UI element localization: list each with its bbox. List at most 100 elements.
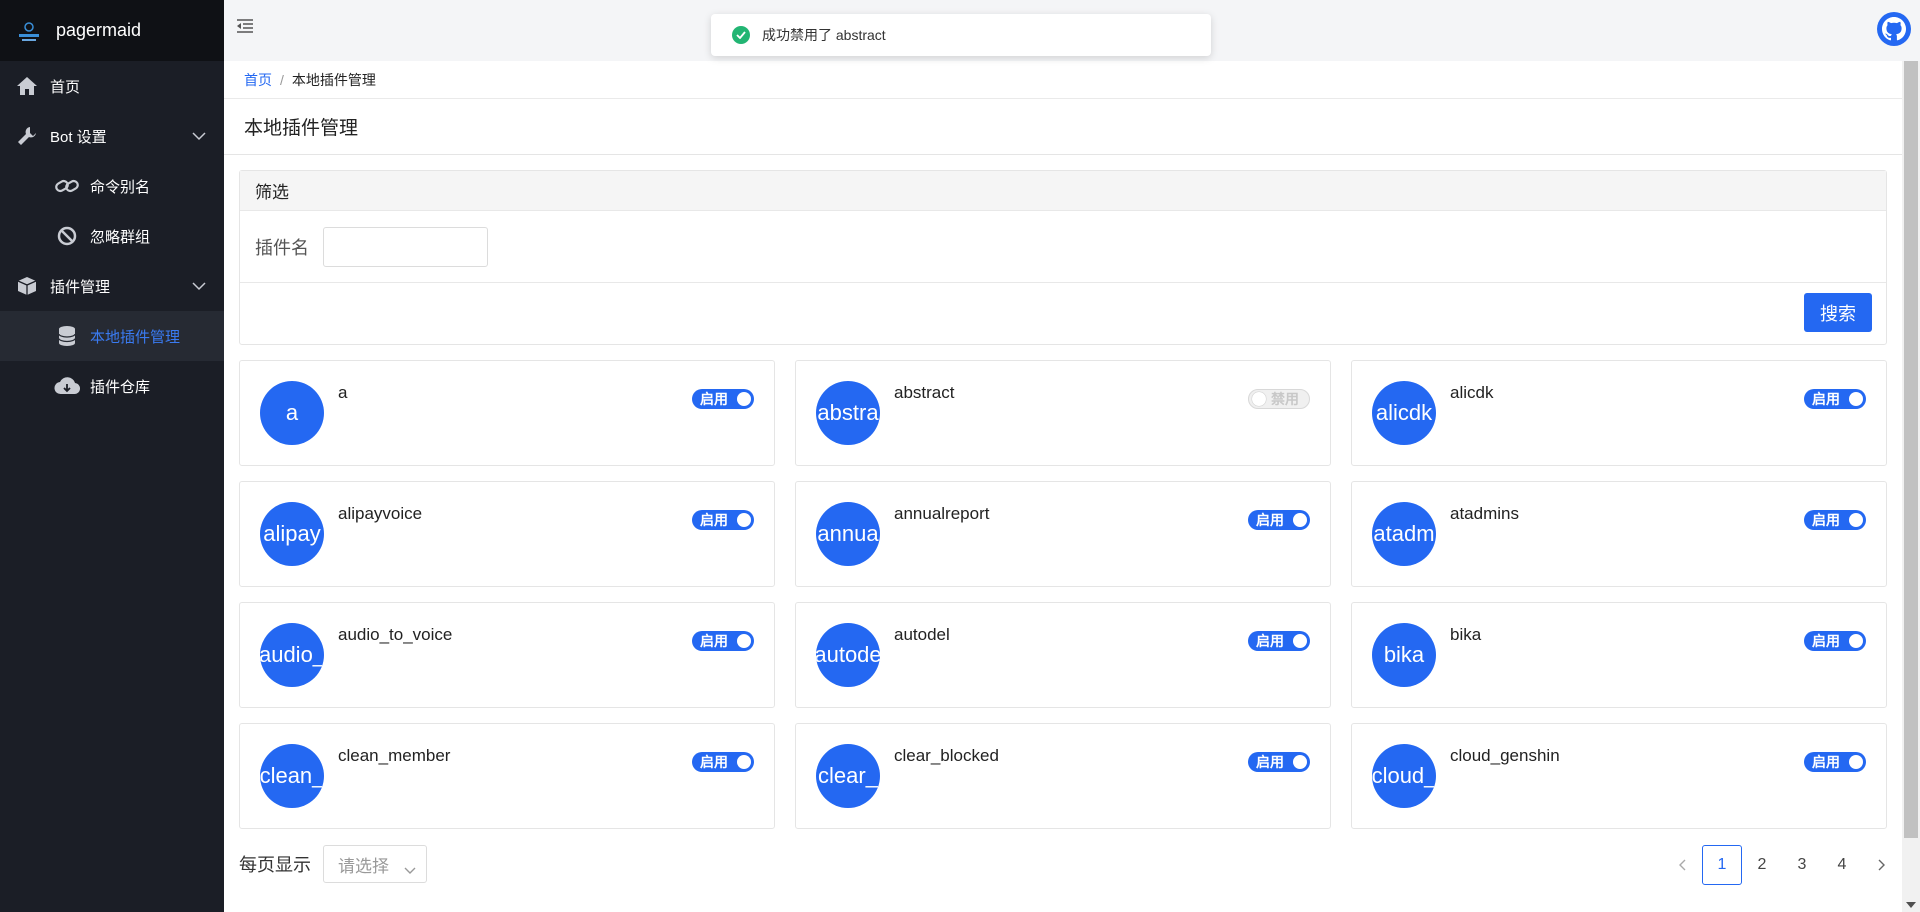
- sidebar: pagermaid 首页 Bot 设置 命令别名 忽略群组 插件管理 本地插件管…: [0, 0, 224, 912]
- plugin-avatar: clean_: [260, 744, 324, 808]
- breadcrumb-current: 本地插件管理: [291, 71, 376, 88]
- page-button[interactable]: 1: [1702, 845, 1742, 885]
- plugin-name: alicdk: [1450, 383, 1494, 402]
- plugin-avatar: annua: [816, 502, 880, 566]
- scrollbar-thumb[interactable]: [1904, 61, 1918, 838]
- wrench-icon: [14, 123, 40, 149]
- page-title: 本地插件管理: [224, 99, 1902, 155]
- sidebar-item-ignore-groups[interactable]: 忽略群组: [0, 211, 224, 261]
- sidebar-item-label: Bot 设置: [50, 128, 107, 146]
- plugin-name: cloud_genshin: [1450, 746, 1560, 765]
- pagermaid-logo-icon: [14, 16, 44, 46]
- plugin-name: annualreport: [894, 504, 990, 523]
- vertical-scrollbar[interactable]: [1902, 61, 1920, 912]
- page-size-placeholder: 请选择: [338, 856, 389, 876]
- sidebar-item-label: 首页: [50, 78, 81, 96]
- plugin-toggle[interactable]: 禁用: [1248, 389, 1310, 409]
- page-size-select[interactable]: 请选择: [323, 845, 427, 883]
- page-size-label: 每页显示: [239, 855, 311, 875]
- plugin-name: clear_blocked: [894, 746, 999, 765]
- sidebar-item-bot-settings[interactable]: Bot 设置: [0, 111, 224, 161]
- plugin-toggle[interactable]: 启用: [1804, 389, 1866, 409]
- plugin-name: atadmins: [1450, 504, 1519, 523]
- plugin-card: cloud_ cloud_genshin 启用: [1351, 723, 1887, 829]
- plugin-avatar: autode: [816, 623, 880, 687]
- github-icon[interactable]: [1876, 11, 1912, 47]
- sidebar-item-plugin-repo[interactable]: 插件仓库: [0, 361, 224, 411]
- plugin-name: audio_to_voice: [338, 625, 453, 644]
- plugin-card: autode autodel 启用: [795, 602, 1331, 708]
- breadcrumb-home-link[interactable]: 首页: [244, 70, 272, 90]
- plugin-card: a a 启用: [239, 360, 775, 466]
- plugin-avatar: clear_: [816, 744, 880, 808]
- plugin-name: alipayvoice: [338, 504, 423, 523]
- plugin-toggle[interactable]: 启用: [1248, 631, 1310, 651]
- filter-panel: 筛选 插件名 搜索: [239, 170, 1887, 345]
- plugin-card: audio_ audio_to_voice 启用: [239, 602, 775, 708]
- plugin-name: autodel: [894, 625, 950, 644]
- plugin-toggle[interactable]: 启用: [1248, 752, 1310, 772]
- home-icon: [14, 73, 40, 99]
- pagination: 1 2 3 4: [1662, 845, 1902, 885]
- filter-title: 筛选: [240, 171, 1886, 211]
- plugin-avatar: alicdk: [1372, 381, 1436, 445]
- sidebar-item-local-plugins[interactable]: 本地插件管理: [0, 311, 224, 361]
- sidebar-item-label: 本地插件管理: [90, 328, 181, 346]
- sidebar-item-label: 插件管理: [50, 278, 111, 296]
- plugin-toggle[interactable]: 启用: [692, 752, 754, 772]
- plugin-card: annua annualreport 启用: [795, 481, 1331, 587]
- plugin-card: clean_ clean_member 启用: [239, 723, 775, 829]
- plugin-card: alipay alipayvoice 启用: [239, 481, 775, 587]
- breadcrumb-separator: /: [280, 71, 284, 88]
- prev-page-icon[interactable]: [1662, 845, 1702, 885]
- plugin-name: clean_member: [338, 746, 451, 765]
- filter-actions: 搜索: [240, 283, 1886, 344]
- plugin-toggle[interactable]: 启用: [692, 389, 754, 409]
- plugin-name: a: [338, 383, 348, 402]
- next-page-icon[interactable]: [1862, 845, 1902, 885]
- sidebar-item-label: 命令别名: [90, 178, 151, 196]
- brand-name: pagermaid: [56, 20, 142, 40]
- plugin-toggle[interactable]: 启用: [692, 631, 754, 651]
- plugin-avatar: atadm: [1372, 502, 1436, 566]
- plugin-toggle[interactable]: 启用: [692, 510, 754, 530]
- sidebar-item-plugin-management[interactable]: 插件管理: [0, 261, 224, 311]
- page-button[interactable]: 2: [1742, 845, 1782, 885]
- ban-icon: [54, 223, 80, 249]
- link-icon: [54, 173, 80, 199]
- plugin-avatar: audio_: [260, 623, 324, 687]
- plugin-toggle[interactable]: 启用: [1248, 510, 1310, 530]
- menu-collapse-icon[interactable]: [236, 18, 258, 40]
- plugin-toggle[interactable]: 启用: [1804, 510, 1866, 530]
- plugin-avatar: abstra: [816, 381, 880, 445]
- cloud-download-icon: [54, 373, 80, 399]
- success-toast: 成功禁用了 abstract: [711, 14, 1211, 56]
- page-button[interactable]: 4: [1822, 845, 1862, 885]
- sidebar-item-label: 忽略群组: [90, 228, 151, 246]
- plugin-card: abstra abstract 禁用: [795, 360, 1331, 466]
- page-button[interactable]: 3: [1782, 845, 1822, 885]
- plugin-toggle[interactable]: 启用: [1804, 752, 1866, 772]
- breadcrumb: 首页 / 本地插件管理: [224, 61, 1902, 99]
- chevron-down-icon: [192, 278, 206, 295]
- plugin-card: bika bika 启用: [1351, 602, 1887, 708]
- plugin-card: atadm atadmins 启用: [1351, 481, 1887, 587]
- search-button[interactable]: 搜索: [1804, 293, 1872, 332]
- database-icon: [54, 323, 80, 349]
- sidebar-item-command-alias[interactable]: 命令别名: [0, 161, 224, 211]
- plugin-name: bika: [1450, 625, 1482, 644]
- check-circle-icon: [732, 26, 750, 44]
- scroll-down-icon[interactable]: [1906, 902, 1916, 908]
- plugin-name-input[interactable]: [323, 226, 488, 267]
- brand[interactable]: pagermaid: [0, 0, 224, 61]
- plugin-avatar: bika: [1372, 623, 1436, 687]
- chevron-down-icon: [404, 860, 416, 880]
- plugin-card: alicdk alicdk 启用: [1351, 360, 1887, 466]
- page-size-control: 每页显示 请选择: [239, 845, 427, 883]
- plugin-avatar: a: [260, 381, 324, 445]
- toast-message: 成功禁用了 abstract: [762, 27, 886, 43]
- plugin-avatar: cloud_: [1372, 744, 1436, 808]
- plugin-toggle[interactable]: 启用: [1804, 631, 1866, 651]
- filter-row: 插件名: [240, 211, 1886, 283]
- sidebar-item-home[interactable]: 首页: [0, 61, 224, 111]
